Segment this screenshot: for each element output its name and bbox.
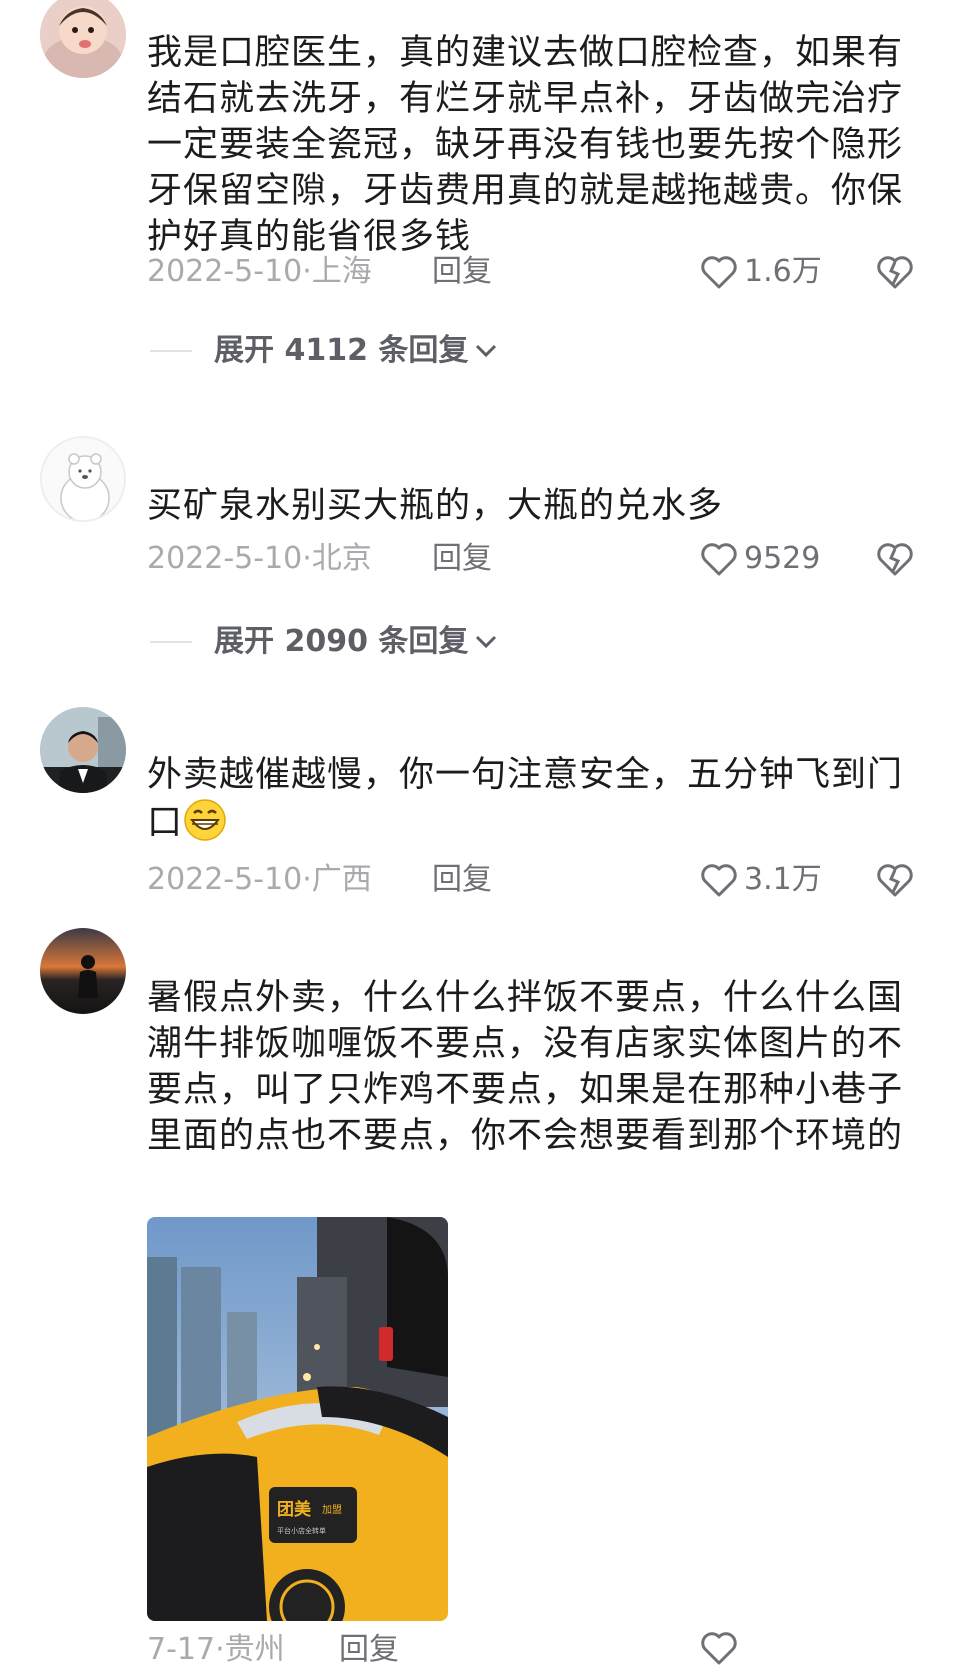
expand-replies-label: 展开 4112 条回复: [214, 333, 469, 368]
badge-brand: 团美: [277, 1499, 312, 1520]
like-count: 3.1万: [744, 862, 822, 897]
badge-tag: 加盟: [322, 1504, 342, 1516]
expand-replies-label: 展开 2090 条回复: [214, 624, 469, 659]
user-avatar[interactable]: [40, 707, 126, 793]
like-count: 9529: [744, 541, 821, 576]
comment-date: 7-17·贵州: [147, 1632, 285, 1667]
comment-text-body: 外卖越催越慢，你一句注意安全，五分钟飞到门口: [147, 755, 904, 843]
reply-button[interactable]: 回复: [432, 860, 492, 900]
comment-meta: 2022-5-10·广西 回复 3.1万: [147, 860, 927, 900]
comment-text: 暑假点外卖，什么什么拌饭不要点，什么什么国潮牛排饭咖喱饭不要点，没有店家实体图片…: [147, 978, 904, 1156]
reply-button[interactable]: 回复: [432, 252, 492, 292]
user-avatar[interactable]: [40, 0, 126, 78]
comment-text: 外卖越催越慢，你一句注意安全，五分钟飞到门口: [147, 752, 907, 846]
divider-line: [150, 350, 192, 352]
comment-meta: 7-17·贵州 回复: [147, 1630, 927, 1670]
badge-subtitle: 平台小店全转单: [277, 1526, 326, 1535]
comment-text: 买矿泉水别买大瓶的，大瓶的兑水多: [147, 486, 724, 526]
heart-outline-icon: [701, 543, 737, 576]
heart-outline-icon: [701, 256, 737, 289]
user-avatar[interactable]: [40, 928, 126, 1014]
reply-button[interactable]: 回复: [432, 539, 492, 579]
comment-meta: 2022-5-10·上海 回复 1.6万: [147, 252, 927, 292]
comment-date: 2022-5-10·广西: [147, 862, 372, 897]
comment-meta: 2022-5-10·北京 回复 9529: [147, 539, 927, 579]
divider-line: [150, 641, 192, 643]
chevron-down-icon: [476, 344, 497, 358]
user-avatar[interactable]: [40, 436, 126, 522]
broken-heart-icon[interactable]: [876, 862, 914, 898]
heart-outline-icon: [701, 1632, 737, 1665]
comment-photo[interactable]: 团美 加盟 平台小店全转单: [147, 1217, 448, 1621]
expand-replies-button[interactable]: 展开 4112 条回复: [150, 331, 498, 371]
comment-date: 2022-5-10·北京: [147, 541, 372, 576]
broken-heart-icon[interactable]: [876, 254, 914, 290]
heart-outline-icon: [701, 864, 737, 897]
comment-date: 2022-5-10·上海: [147, 254, 372, 289]
like-button[interactable]: 1.6万: [700, 252, 822, 292]
reply-button[interactable]: 回复: [339, 1630, 399, 1670]
like-button[interactable]: 9529: [700, 539, 820, 579]
grinning-face-emoji-icon: [184, 799, 226, 841]
like-button[interactable]: [700, 1630, 744, 1666]
broken-heart-icon[interactable]: [876, 541, 914, 577]
comment-text: 我是口腔医生，真的建议去做口腔检查，如果有结石就去洗牙，有烂牙就早点补，牙齿做完…: [147, 33, 904, 257]
like-count: 1.6万: [744, 254, 822, 289]
expand-replies-button[interactable]: 展开 2090 条回复: [150, 622, 498, 662]
chevron-down-icon: [476, 635, 497, 649]
like-button[interactable]: 3.1万: [700, 860, 822, 900]
